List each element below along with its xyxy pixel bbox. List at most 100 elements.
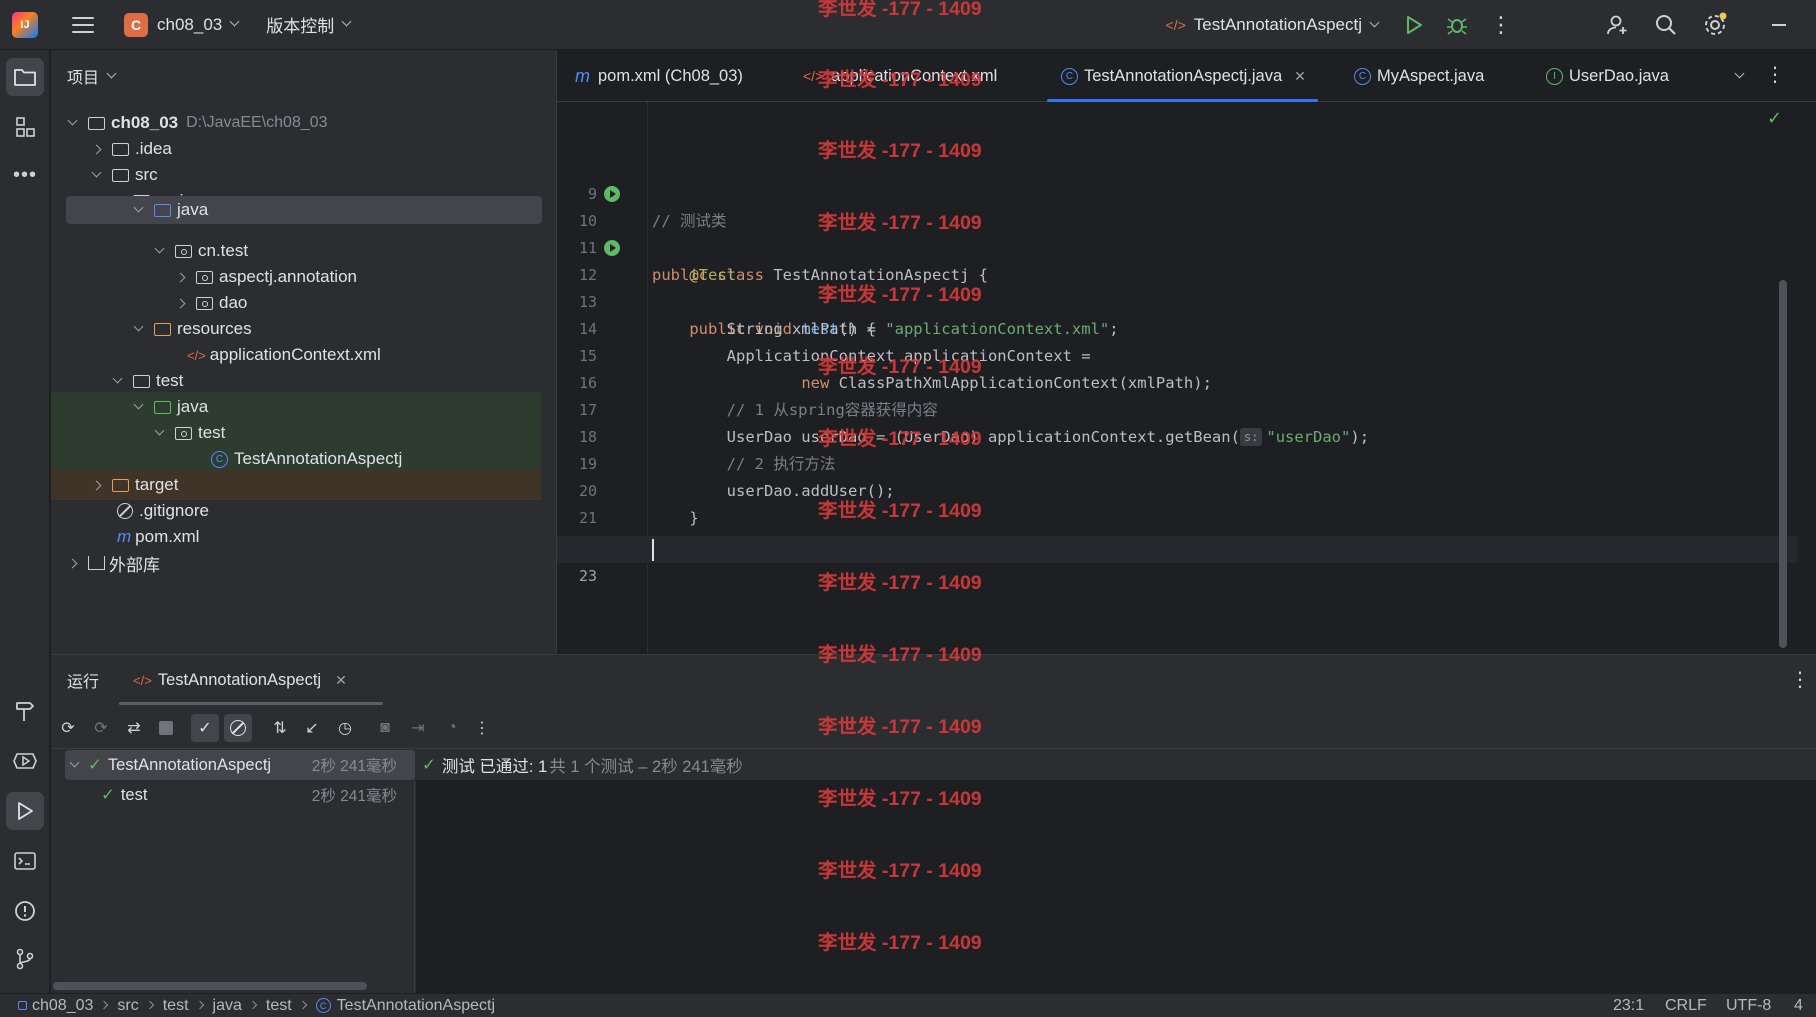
structure-tool-icon[interactable] (6, 108, 44, 146)
file-encoding[interactable]: UTF-8 (1726, 997, 1771, 1015)
test-tree-scrollbar[interactable] (53, 982, 367, 990)
more-run-actions-icon[interactable]: ⋮ (471, 717, 493, 739)
test-tree-row-method[interactable]: ✓ test 2秒 241毫秒 (51, 780, 415, 810)
more-actions-icon[interactable]: ⋮ (1490, 12, 1512, 38)
tab-options-icon[interactable]: ⋮ (1765, 62, 1785, 87)
expand-arrow-icon[interactable] (154, 425, 165, 435)
code-line-current[interactable]: 23 (557, 536, 1797, 585)
code-line[interactable]: 9 // 测试类 (557, 154, 1797, 230)
code-line[interactable]: 22 (557, 505, 1797, 554)
close-tab-icon[interactable]: ✕ (1294, 68, 1306, 85)
code-line[interactable]: 12 public void test() { (557, 235, 1797, 338)
collapsed-arrow-icon[interactable] (175, 298, 186, 308)
problems-icon[interactable] (6, 892, 44, 930)
run-config-selector[interactable]: TestAnnotationAspectj (1194, 15, 1362, 35)
git-branch-icon[interactable] (6, 940, 44, 978)
line-ending[interactable]: CRLF (1665, 997, 1707, 1015)
breadcrumb-separator-icon (298, 1000, 307, 1009)
code-line[interactable]: 14 ApplicationContext applicationContext… (557, 289, 1797, 365)
collapsed-arrow-icon[interactable] (91, 144, 102, 154)
project-name[interactable]: ch08_03 (157, 15, 222, 35)
tree-item-external-libraries[interactable]: 外部库 (51, 548, 541, 578)
project-badge[interactable]: C (124, 12, 148, 37)
run-tab[interactable]: </> TestAnnotationAspectj ✕ (119, 655, 383, 705)
breadcrumb-item[interactable]: test (266, 997, 292, 1015)
project-panel-title[interactable]: 项目 (67, 64, 99, 88)
tree-item-main-java[interactable]: java (66, 196, 542, 224)
code-line[interactable]: 17 UserDao userDao = (UserDao) applicati… (557, 370, 1797, 446)
code-line[interactable]: 15 new ClassPathXmlApplicationContext(xm… (557, 316, 1797, 392)
toggle-auto-test-icon[interactable]: ⇄ (123, 717, 145, 739)
expand-arrow-icon[interactable] (112, 373, 123, 383)
expand-arrow-icon[interactable] (133, 321, 144, 331)
cursor-position[interactable]: 23:1 (1613, 997, 1644, 1015)
collapse-icon[interactable]: ↙ (301, 717, 323, 739)
add-user-icon[interactable] (1606, 13, 1630, 37)
code-line[interactable]: 16 // 1 从spring容器获得内容 (557, 343, 1797, 419)
editor-scrollbar[interactable] (1779, 280, 1787, 648)
run-config-chevron-icon[interactable] (1369, 17, 1380, 27)
test-tree-row-class[interactable]: ✓ TestAnnotationAspectj 2秒 241毫秒 (65, 750, 415, 780)
run-tool-icon[interactable] (6, 792, 44, 830)
code-line[interactable]: 11 @Test (557, 208, 1797, 284)
expand-arrow-icon[interactable] (133, 202, 144, 212)
breadcrumb-item[interactable]: TestAnnotationAspectj (337, 997, 495, 1015)
build-hammer-icon[interactable] (6, 692, 44, 730)
rerun-icon[interactable]: ⟳ (57, 717, 79, 739)
run-icon[interactable] (1404, 15, 1424, 35)
expand-arrow-icon[interactable] (69, 757, 80, 767)
project-chevron-down-icon[interactable] (229, 16, 240, 27)
no-problems-check-icon[interactable]: ✓ (1767, 108, 1782, 129)
tab-myaspect-java[interactable]: C MyAspect.java (1354, 50, 1484, 102)
debug-icon[interactable] (1446, 14, 1468, 36)
rerun-failed-icon[interactable]: ⟳ (90, 717, 112, 739)
test-history-clock-icon[interactable]: ◷ (334, 717, 356, 739)
breadcrumb-item[interactable]: ch08_03 (32, 997, 93, 1015)
intellij-logo-icon[interactable]: IJ (12, 11, 38, 38)
tab-list-chevron-icon[interactable] (1734, 68, 1745, 79)
run-test-method-gutter-icon[interactable] (604, 240, 620, 256)
code-line[interactable]: 21 } (557, 478, 1797, 554)
run-test-class-gutter-icon[interactable] (604, 186, 620, 202)
tab-userdao-java[interactable]: I UserDao.java (1546, 50, 1669, 102)
tab-pom-xml[interactable]: m pom.xml (Ch08_03) (575, 50, 743, 102)
expand-arrow-icon[interactable] (133, 399, 144, 409)
run-panel-options-icon[interactable]: ⋮ (1790, 667, 1810, 692)
code-line[interactable]: 20 } (557, 451, 1797, 527)
minimize-window-icon[interactable] (1772, 24, 1786, 26)
terminal-icon[interactable] (6, 842, 44, 880)
breadcrumb-item[interactable]: test (163, 997, 189, 1015)
collapsed-arrow-icon[interactable] (67, 558, 78, 568)
collapsed-arrow-icon[interactable] (175, 272, 186, 282)
collapsed-arrow-icon[interactable] (91, 480, 102, 490)
main-menu-icon[interactable] (72, 16, 94, 33)
stop-icon[interactable] (155, 717, 177, 739)
expand-arrow-icon[interactable] (67, 115, 78, 125)
screenshot-camera-icon[interactable]: ◙ (374, 717, 396, 739)
sort-icon[interactable]: ⇅ (269, 717, 291, 739)
vcs-menu[interactable]: 版本控制 (266, 12, 334, 37)
breadcrumb-item[interactable]: java (213, 997, 242, 1015)
code-line[interactable]: 13 String xmlPath = "applicationContext.… (557, 262, 1797, 338)
code-line[interactable]: 10 public class TestAnnotationAspectj { (557, 181, 1797, 284)
breadcrumb-item[interactable]: src (117, 997, 138, 1015)
tab-testannotationaspectj-java[interactable]: C TestAnnotationAspectj.java ✕ (1047, 50, 1318, 102)
expand-arrow-icon[interactable] (154, 243, 165, 253)
test-console[interactable]: ✓ 测试 已通过: 1 共 1 个测试 – 2秒 241毫秒 (416, 750, 1816, 994)
show-ignored-icon[interactable] (224, 714, 252, 742)
code-line[interactable]: 18 // 2 执行方法 (557, 397, 1797, 473)
project-tool-folder-icon[interactable] (6, 58, 44, 96)
project-view-chevron-icon[interactable] (106, 68, 117, 78)
show-passed-check-icon[interactable]: ✓ (191, 714, 219, 742)
close-run-tab-icon[interactable]: ✕ (335, 672, 347, 689)
settings-gear-icon[interactable] (1702, 12, 1728, 38)
vcs-chevron-down-icon[interactable] (341, 16, 352, 27)
code-line[interactable]: 19 userDao.addUser(); (557, 424, 1797, 500)
expand-arrow-icon[interactable] (91, 167, 102, 177)
coverage-icon[interactable]: ◔ (441, 717, 463, 739)
services-icon[interactable] (6, 742, 44, 780)
indent-setting[interactable]: 4 (1794, 997, 1803, 1015)
search-icon[interactable] (1654, 13, 1678, 37)
export-icon[interactable]: ⇥ (407, 717, 429, 739)
more-tools-icon[interactable]: ••• (6, 156, 44, 194)
